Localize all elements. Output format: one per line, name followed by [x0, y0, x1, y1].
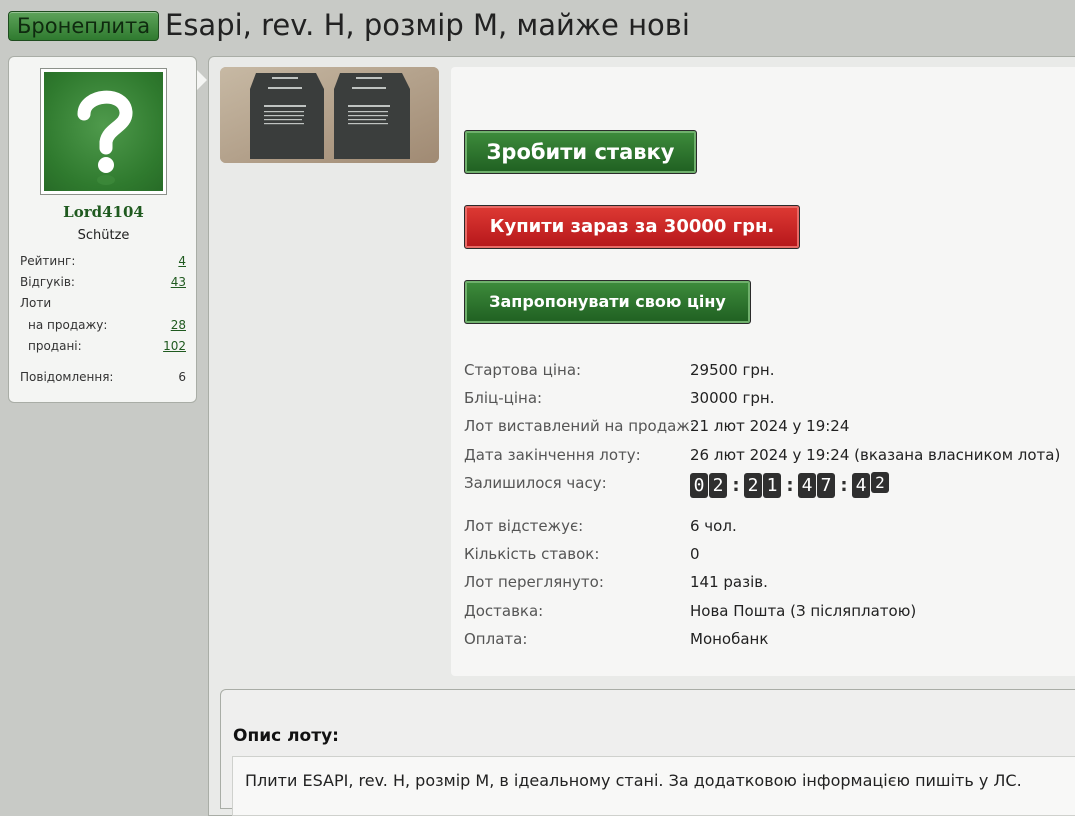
listed-date-label: Лот виставлений на продаж:	[464, 417, 695, 435]
end-date-label: Дата закінчення лоту:	[464, 446, 641, 464]
timer-digit: 0	[690, 472, 708, 498]
buy-now-button[interactable]: Купити зараз за 30000 грн.	[464, 205, 800, 249]
description-text: Плити ESAPI, rev. H, розмір M, в ідеальн…	[232, 756, 1075, 816]
timer-digit: 2	[871, 472, 889, 493]
listed-date-value: 21 лют 2024 у 19:24	[690, 417, 850, 435]
stat-rating-label: Рейтинг:	[20, 254, 76, 268]
stat-lots-label: Лоти	[20, 296, 52, 310]
timer-digit: 1	[763, 472, 781, 498]
stat-sold-label: продані:	[28, 339, 82, 353]
stat-messages: Повідомлення: 6	[20, 369, 186, 385]
description-heading: Опис лоту:	[233, 726, 339, 746]
stat-rating: Рейтинг: 4	[20, 253, 186, 269]
stat-reviews-link[interactable]: 43	[171, 274, 186, 290]
stat-rating-link[interactable]: 4	[178, 253, 186, 269]
page-title: Esapi, rev. H, розмір M, майже нові	[165, 8, 690, 42]
stat-messages-value: 6	[178, 370, 186, 384]
timer-separator: :	[840, 474, 848, 496]
stat-sold: продані: 102	[20, 338, 186, 354]
blitz-price-label: Бліц-ціна:	[464, 389, 543, 407]
countdown-timer: 0 2 : 2 1 : 4 7 : 4 2	[690, 472, 890, 498]
payment-value: Монобанк	[690, 630, 769, 648]
timer-digit: 7	[817, 472, 835, 498]
views-value: 141 разів.	[690, 573, 768, 591]
avatar[interactable]	[40, 68, 167, 195]
timer-digit: 2	[709, 472, 727, 498]
blitz-price-value: 30000 грн.	[690, 389, 775, 407]
timer-separator: :	[786, 474, 794, 496]
timer-digit: 4	[798, 472, 816, 498]
watchers-label: Лот відстежує:	[464, 517, 584, 535]
seller-username[interactable]: Lord4104	[9, 203, 198, 221]
timer-separator: :	[732, 474, 740, 496]
stat-on-sale-link[interactable]: 28	[171, 317, 186, 333]
stat-on-sale-label: на продажу:	[28, 318, 108, 332]
views-label: Лот переглянуто:	[464, 573, 604, 591]
bids-count-label: Кількість ставок:	[464, 545, 600, 563]
seller-rank: Schütze	[77, 228, 130, 243]
delivery-label: Доставка:	[464, 602, 544, 620]
place-bid-button[interactable]: Зробити ставку	[464, 130, 697, 174]
stat-on-sale: на продажу: 28	[20, 317, 186, 333]
category-button[interactable]: Бронеплита	[8, 11, 160, 41]
stat-sold-link[interactable]: 102	[163, 338, 186, 354]
end-date-value: 26 лют 2024 у 19:24 (вказана власником л…	[690, 446, 1061, 464]
delivery-value: Нова Пошта (З післяплатою)	[690, 602, 917, 620]
start-price-label: Стартова ціна:	[464, 361, 582, 379]
stat-reviews: Відгуків: 43	[20, 274, 186, 290]
start-price-value: 29500 грн.	[690, 361, 775, 379]
make-offer-button[interactable]: Запропонувати свою ціну	[464, 280, 751, 324]
question-mark-icon	[44, 72, 163, 191]
stat-reviews-label: Відгуків:	[20, 275, 75, 289]
timer-digit: 2	[744, 472, 762, 498]
lot-photo-thumbnail[interactable]	[220, 67, 439, 163]
payment-label: Оплата:	[464, 630, 528, 648]
stat-lots: Лоти	[20, 295, 186, 311]
panel-pointer	[197, 70, 207, 90]
timer-digit: 4	[852, 472, 870, 498]
stat-messages-label: Повідомлення:	[20, 370, 114, 384]
title-row: Бронеплита Esapi, rev. H, розмір M, майж…	[0, 0, 1075, 52]
time-remaining-label: Залишилося часу:	[464, 474, 607, 492]
watchers-value: 6 чол.	[690, 517, 737, 535]
bids-count-value: 0	[690, 545, 700, 563]
seller-panel: Lord4104 Schütze Рейтинг: 4 Відгуків: 43…	[8, 56, 197, 403]
